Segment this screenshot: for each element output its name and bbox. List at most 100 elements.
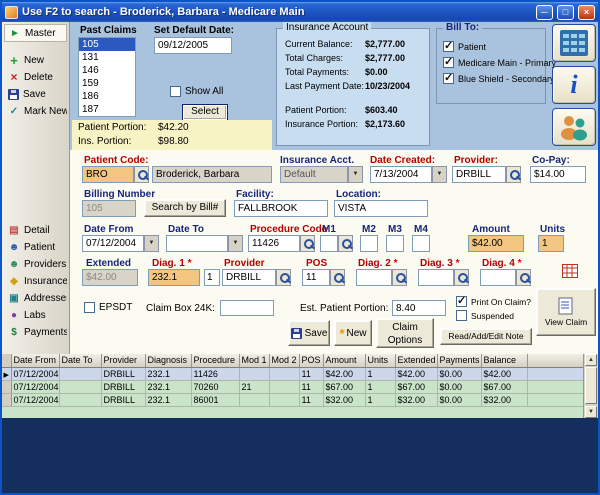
date-created-field[interactable]: 7/13/2004	[370, 166, 432, 183]
save-claim-button[interactable]: Save	[288, 320, 330, 346]
cell[interactable]: DRBILL	[101, 367, 145, 380]
sidebar-item-new[interactable]: + New	[4, 52, 67, 68]
procedure-code-field[interactable]: 11426	[248, 235, 300, 252]
m1-lookup-button[interactable]	[338, 235, 353, 252]
diag2-lookup-button[interactable]	[392, 269, 407, 286]
cell[interactable]: 11	[299, 380, 323, 393]
list-item[interactable]: 146	[79, 64, 135, 77]
bill-to-patient-checkbox[interactable]: Patient	[443, 41, 486, 52]
past-claims-list[interactable]: 105 131 146 159 186 187	[78, 37, 136, 117]
cell[interactable]: $32.00	[395, 393, 437, 406]
provider-field[interactable]: DRBILL	[452, 166, 506, 183]
m4-field[interactable]	[412, 235, 430, 252]
list-item[interactable]: 131	[79, 51, 135, 64]
list-item[interactable]: 105	[79, 38, 135, 51]
bill-to-medicare-checkbox[interactable]: Medicare Main - Primary	[443, 57, 556, 68]
sidebar-item-payments[interactable]: $ Payments	[4, 324, 67, 340]
cell[interactable]: $67.00	[481, 380, 527, 393]
pos-field[interactable]: 11	[302, 269, 330, 286]
new-claim-button[interactable]: * New	[334, 320, 372, 346]
column-header[interactable]: Mod 1	[239, 354, 269, 367]
cell[interactable]: $67.00	[323, 380, 365, 393]
cell[interactable]: 232.1	[145, 393, 191, 406]
cell[interactable]: $0.00	[437, 393, 481, 406]
pos-lookup-button[interactable]	[330, 269, 345, 286]
column-header[interactable]: Procedure	[191, 354, 239, 367]
sidebar-item-addresses[interactable]: ▣ Addresses	[4, 290, 67, 306]
amount-field[interactable]: $42.00	[468, 235, 524, 252]
provider-row-field[interactable]: DRBILL	[222, 269, 276, 286]
procedure-lookup-button[interactable]	[300, 235, 315, 252]
m1-field[interactable]	[320, 235, 338, 252]
cell[interactable]: 11	[299, 367, 323, 380]
sidebar-item-providers[interactable]: ☻ Providers	[4, 256, 67, 272]
m2-field[interactable]	[360, 235, 378, 252]
column-header[interactable]: Payments	[437, 354, 481, 367]
date-from-field[interactable]: 07/12/2004	[82, 235, 144, 252]
table-row[interactable]: 07/12/2004 DRBILL 232.1 86001 11 $32.00 …	[2, 393, 583, 406]
cell[interactable]	[59, 393, 101, 406]
insurance-acct-field[interactable]: Default	[280, 166, 348, 183]
column-header[interactable]: Date To	[59, 354, 101, 367]
cell[interactable]: 07/12/2004	[11, 393, 59, 406]
list-item[interactable]: 187	[79, 103, 135, 116]
cell[interactable]: DRBILL	[101, 393, 145, 406]
cell[interactable]: $32.00	[323, 393, 365, 406]
table-row[interactable]: 07/12/2004 DRBILL 232.1 70260 21 11 $67.…	[2, 380, 583, 393]
facility-field[interactable]: FALLBROOK	[234, 200, 328, 217]
cell[interactable]: 11426	[191, 367, 239, 380]
cell[interactable]	[269, 393, 299, 406]
sidebar-item-delete[interactable]: × Delete	[4, 69, 67, 85]
cell[interactable]	[239, 393, 269, 406]
scroll-down-button[interactable]: ▼	[585, 406, 597, 418]
column-header[interactable]: Amount	[323, 354, 365, 367]
cell[interactable]: 86001	[191, 393, 239, 406]
cell[interactable]: $42.00	[323, 367, 365, 380]
date-from-dropdown[interactable]: ▼	[144, 235, 159, 252]
column-header[interactable]: Provider	[101, 354, 145, 367]
patients-button[interactable]	[552, 108, 596, 146]
close-button[interactable]: ×	[578, 5, 595, 20]
units-field[interactable]: 1	[538, 235, 564, 252]
column-header[interactable]: Balance	[481, 354, 527, 367]
cell[interactable]	[59, 367, 101, 380]
cell[interactable]: $32.00	[481, 393, 527, 406]
patient-code-field[interactable]: BRO	[82, 166, 134, 183]
diag1-field[interactable]: 232.1	[148, 269, 200, 286]
diagnosis-grid-icon[interactable]	[562, 264, 578, 284]
info-button[interactable]: i	[552, 66, 596, 104]
show-all-checkbox[interactable]: Show All	[170, 86, 223, 97]
cell[interactable]: DRBILL	[101, 380, 145, 393]
cell[interactable]: $0.00	[437, 367, 481, 380]
select-button[interactable]: Select	[182, 104, 228, 121]
title-bar[interactable]: Use F2 to search - Broderick, Barbara - …	[2, 2, 598, 22]
column-header[interactable]: POS	[299, 354, 323, 367]
cell[interactable]: 07/12/2004	[11, 380, 59, 393]
claim-options-button[interactable]: Claim Options	[376, 318, 434, 348]
set-default-date-field[interactable]: 09/12/2005	[154, 37, 232, 54]
diag2-field[interactable]	[356, 269, 392, 286]
maximize-button[interactable]: □	[557, 5, 574, 20]
cell[interactable]: $67.00	[395, 380, 437, 393]
cell[interactable]: $0.00	[437, 380, 481, 393]
read-add-edit-note-button[interactable]: Read/Add/Edit Note	[440, 328, 532, 345]
diag3-lookup-button[interactable]	[454, 269, 469, 286]
claim-box-field[interactable]	[220, 300, 274, 316]
sidebar-item-master[interactable]: ► Master	[4, 24, 67, 42]
list-item[interactable]: 186	[79, 90, 135, 103]
provider-lookup-button[interactable]	[506, 166, 521, 183]
column-header[interactable]: Date From	[11, 354, 59, 367]
cell[interactable]	[269, 367, 299, 380]
cell[interactable]: $42.00	[395, 367, 437, 380]
date-to-field[interactable]	[166, 235, 228, 252]
list-item[interactable]: 159	[79, 77, 135, 90]
est-patient-portion-field[interactable]: 8.40	[392, 300, 446, 316]
minimize-button[interactable]: ─	[536, 5, 553, 20]
cell[interactable]: 70260	[191, 380, 239, 393]
cell[interactable]: 232.1	[145, 380, 191, 393]
sidebar-item-mark-new[interactable]: ✓ Mark New	[4, 103, 67, 119]
sidebar-item-labs[interactable]: ● Labs	[4, 307, 67, 323]
suspended-checkbox[interactable]: Suspended	[456, 310, 514, 321]
sidebar-item-patient[interactable]: ☻ Patient	[4, 239, 67, 255]
column-header[interactable]: Diagnosis	[145, 354, 191, 367]
